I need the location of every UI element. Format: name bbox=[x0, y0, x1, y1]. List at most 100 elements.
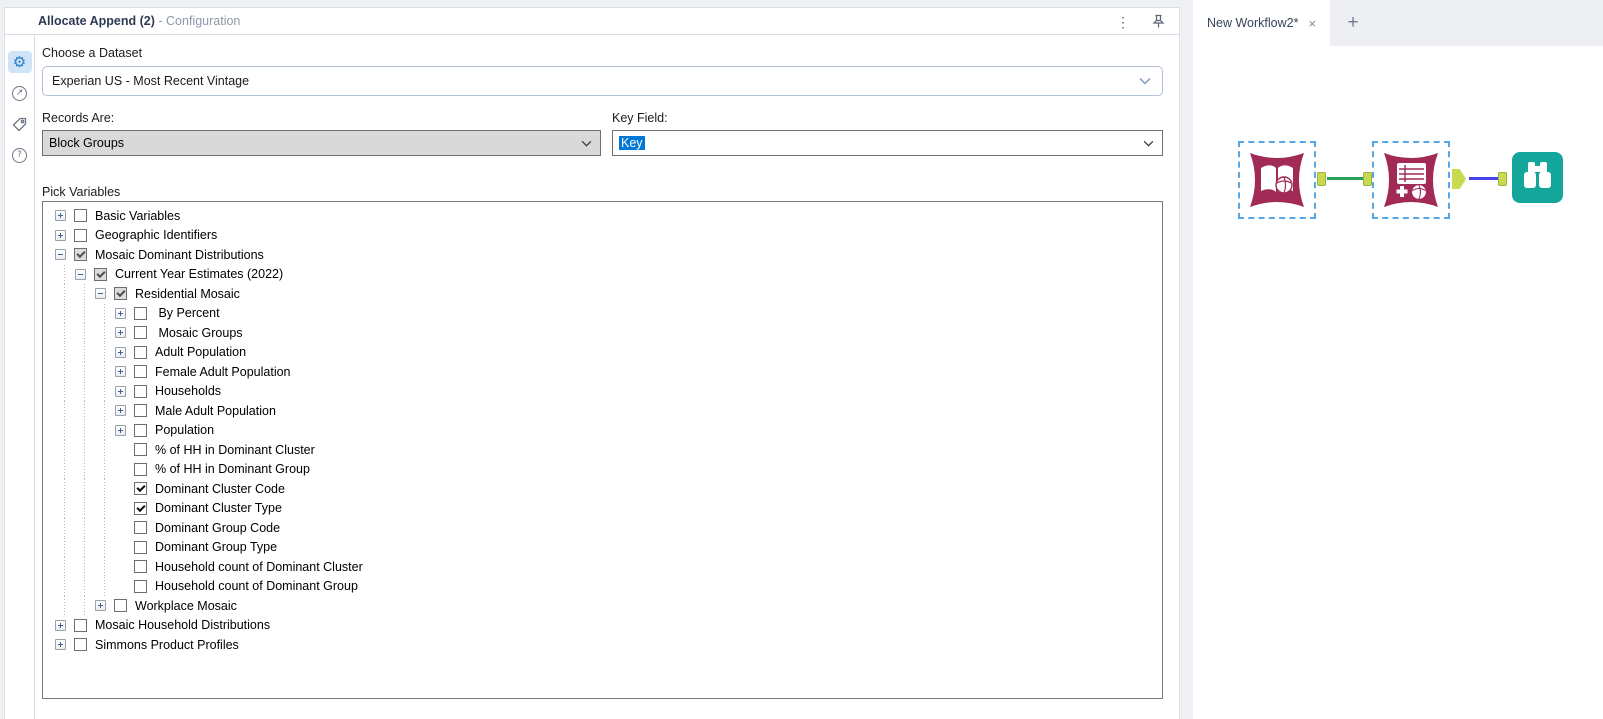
app-window: Allocate Append (2) - Configuration ⋮ ⚙ bbox=[0, 0, 1603, 719]
configuration-body: ⚙ ↗ ? Choose a Dataset bbox=[5, 35, 1179, 719]
tree-item-checkbox[interactable] bbox=[134, 326, 147, 339]
tree-item-label: Geographic Identifiers bbox=[95, 228, 217, 242]
help-glyph: ? bbox=[12, 148, 27, 163]
connection-green[interactable] bbox=[1327, 177, 1363, 180]
records-value: Block Groups bbox=[49, 136, 124, 150]
tab-new-workflow2[interactable]: New Workflow2* × bbox=[1193, 0, 1330, 46]
expand-icon[interactable] bbox=[55, 620, 66, 631]
tree-item-checkbox[interactable] bbox=[134, 346, 147, 359]
input-anchor[interactable] bbox=[1498, 172, 1507, 186]
expand-icon[interactable] bbox=[95, 600, 106, 611]
tree-item-checkbox[interactable] bbox=[134, 521, 147, 534]
tree-item-checkbox[interactable] bbox=[134, 482, 147, 495]
tree-item-label: Adult Population bbox=[155, 345, 246, 359]
tree-item-checkbox[interactable] bbox=[94, 268, 107, 281]
tree-item-checkbox[interactable] bbox=[134, 463, 147, 476]
input-anchor[interactable] bbox=[1363, 172, 1372, 186]
tree-item-checkbox[interactable] bbox=[134, 580, 147, 593]
tree-item: Female Adult Population bbox=[55, 362, 1162, 382]
tree-item-checkbox[interactable] bbox=[134, 307, 147, 320]
expand-icon[interactable] bbox=[115, 366, 126, 377]
connection-blue[interactable] bbox=[1469, 177, 1498, 180]
tab-label: New Workflow2* bbox=[1207, 16, 1298, 30]
tag-icon[interactable] bbox=[8, 113, 32, 135]
expand-icon[interactable] bbox=[55, 639, 66, 650]
tree-item-checkbox[interactable] bbox=[134, 385, 147, 398]
key-field-dropdown[interactable]: Key bbox=[612, 130, 1163, 156]
configuration-content: Choose a Dataset Experian US - Most Rece… bbox=[35, 35, 1179, 719]
workflow-canvas[interactable] bbox=[1193, 46, 1603, 719]
new-tab-button[interactable]: + bbox=[1330, 0, 1376, 46]
tree-item-checkbox[interactable] bbox=[114, 287, 127, 300]
expand-icon[interactable] bbox=[115, 386, 126, 397]
kebab-menu-icon[interactable]: ⋮ bbox=[1116, 15, 1130, 29]
key-field-label: Key Field: bbox=[612, 111, 1163, 125]
tree-item-checkbox[interactable] bbox=[134, 443, 147, 456]
tree-item-label: Residential Mosaic bbox=[135, 287, 240, 301]
tree-item: Household count of Dominant Cluster bbox=[55, 557, 1162, 577]
tree-item-label: By Percent bbox=[155, 306, 220, 320]
key-field-group: Key Field: Key bbox=[612, 111, 1163, 156]
tree-item-checkbox[interactable] bbox=[134, 365, 147, 378]
chevron-down-icon bbox=[1143, 140, 1154, 147]
expand-icon[interactable] bbox=[55, 230, 66, 241]
tree-item-checkbox[interactable] bbox=[114, 599, 127, 612]
tree-item-label: Dominant Cluster Type bbox=[155, 501, 282, 515]
records-group: Records Are: Block Groups bbox=[42, 111, 601, 156]
tree-item-checkbox[interactable] bbox=[134, 560, 147, 573]
collapse-icon[interactable] bbox=[95, 288, 106, 299]
tree-item-checkbox[interactable] bbox=[74, 619, 87, 632]
browse-tool-icon[interactable] bbox=[1512, 152, 1563, 203]
allocate-input-tool-icon[interactable] bbox=[1248, 151, 1306, 209]
tree-item-checkbox[interactable] bbox=[74, 209, 87, 222]
tree-item-checkbox[interactable] bbox=[134, 541, 147, 554]
tree-item: Mosaic Groups bbox=[55, 323, 1162, 343]
gear-icon[interactable]: ⚙ bbox=[8, 51, 32, 73]
workflow-tab-strip: New Workflow2* × + bbox=[1193, 0, 1603, 46]
tree-item: Population bbox=[55, 421, 1162, 441]
tree-item: Male Adult Population bbox=[55, 401, 1162, 421]
tree-item-checkbox[interactable] bbox=[74, 248, 87, 261]
configuration-pane-wrap: Allocate Append (2) - Configuration ⋮ ⚙ bbox=[0, 0, 1193, 719]
run-circle-icon[interactable]: ↗ bbox=[8, 82, 32, 104]
tree-item-checkbox[interactable] bbox=[74, 638, 87, 651]
collapse-icon[interactable] bbox=[75, 269, 86, 280]
tree-item-checkbox[interactable] bbox=[74, 229, 87, 242]
key-field-value: Key bbox=[619, 136, 645, 150]
allocate-append-tool-icon[interactable] bbox=[1382, 151, 1440, 209]
tree-item: Residential Mosaic bbox=[55, 284, 1162, 304]
tree-item-label: Households bbox=[155, 384, 221, 398]
tree-item-checkbox[interactable] bbox=[134, 404, 147, 417]
tree-item-checkbox[interactable] bbox=[134, 502, 147, 515]
tree-item-label: Household count of Dominant Cluster bbox=[155, 560, 363, 574]
chevron-down-icon bbox=[581, 140, 592, 147]
pin-icon[interactable] bbox=[1152, 14, 1165, 29]
output-anchor[interactable] bbox=[1317, 172, 1326, 186]
workflow-area: New Workflow2* × + bbox=[1193, 0, 1603, 719]
tree-item-label: Mosaic Groups bbox=[155, 326, 243, 340]
expand-icon[interactable] bbox=[115, 405, 126, 416]
tree-item-label: Population bbox=[155, 423, 214, 437]
configuration-panel: Allocate Append (2) - Configuration ⋮ ⚙ bbox=[4, 7, 1180, 719]
expand-icon[interactable] bbox=[55, 210, 66, 221]
tree-item-label: Workplace Mosaic bbox=[135, 599, 237, 613]
records-dropdown[interactable]: Block Groups bbox=[42, 130, 601, 156]
pick-variables-tree[interactable]: Basic VariablesGeographic IdentifiersMos… bbox=[42, 201, 1163, 699]
run-glyph: ↗ bbox=[12, 86, 27, 101]
tree-item-label: Dominant Cluster Code bbox=[155, 482, 285, 496]
collapse-icon[interactable] bbox=[55, 249, 66, 260]
help-icon[interactable]: ? bbox=[8, 144, 32, 166]
tool-name: Allocate Append (2) bbox=[38, 14, 155, 28]
expand-icon[interactable] bbox=[115, 347, 126, 358]
expand-icon[interactable] bbox=[115, 327, 126, 338]
tree-item: Workplace Mosaic bbox=[55, 596, 1162, 616]
close-tab-icon[interactable]: × bbox=[1308, 16, 1316, 31]
tree-item-label: Simmons Product Profiles bbox=[95, 638, 239, 652]
tree-item-checkbox[interactable] bbox=[134, 424, 147, 437]
dataset-dropdown[interactable]: Experian US - Most Recent Vintage bbox=[42, 66, 1163, 96]
tree-item: Geographic Identifiers bbox=[55, 226, 1162, 246]
output-anchor[interactable] bbox=[1452, 169, 1466, 189]
expand-icon[interactable] bbox=[115, 308, 126, 319]
tree-item: Household count of Dominant Group bbox=[55, 577, 1162, 597]
expand-icon[interactable] bbox=[115, 425, 126, 436]
